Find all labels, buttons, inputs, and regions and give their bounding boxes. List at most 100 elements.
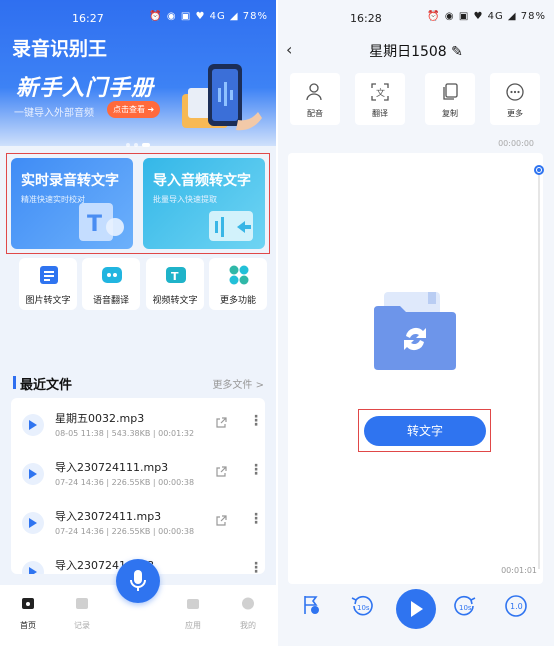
action-more[interactable]: 更多 [490,73,540,125]
home-screen: 16:27 ⏰ ◉ ▣ ♥ 4G ◢ 78% 录音识别王 新手入门手册 一键导入… [0,0,276,646]
timestamp-start: 00:00:00 [498,139,534,148]
file-duration: 00:00:38 [158,527,195,536]
translate-icon [102,267,122,283]
file-name: 导入230724111.mp3 [55,461,169,474]
more-options-icon[interactable]: ⋮ [249,560,263,574]
speed-label: 1.0 [510,602,523,611]
text-doc-icon: T [79,203,124,241]
tool-more-functions[interactable]: 更多功能 [209,258,267,310]
rewind-label: 10s [357,604,370,612]
status-time: 16:28 [350,12,382,25]
file-duration: 00:01:32 [158,429,195,438]
flag-marker-icon[interactable] [302,594,322,616]
svg-text:T: T [87,212,102,237]
timestamp-end: 00:01:01 [501,566,537,575]
file-meta: 07-24 14:36 | 226.55KB | 00:00:38 [55,478,195,487]
action-copy[interactable]: 复制 [425,73,475,125]
import-audio-card[interactable]: 导入音频转文字 批量导入快速提取 [143,158,265,249]
file-name: 星期五0032.mp3 [55,412,145,425]
play-icon[interactable] [22,561,44,574]
realtime-record-card[interactable]: 实时录音转文字 精准快速实时校对 T [11,158,133,249]
image-text-icon [40,266,58,284]
status-bar: 16:27 ⏰ ◉ ▣ ♥ 4G ◢ 78% [0,0,276,34]
banner[interactable]: 16:27 ⏰ ◉ ▣ ♥ 4G ◢ 78% 录音识别王 新手入门手册 一键导入… [0,0,276,147]
more-options-icon[interactable]: ⋮ [249,413,263,429]
share-icon[interactable] [215,515,227,527]
record-mic-button[interactable] [116,559,160,603]
nav-label: 我的 [240,621,256,630]
scroll-track[interactable] [538,169,540,569]
action-label: 翻译 [372,109,388,118]
file-meta: 07-24 14:36 | 226.55KB | 00:00:38 [55,527,195,536]
microphone-icon [130,570,146,591]
tool-label: 更多功能 [219,296,256,306]
nav-apps[interactable]: 应用 [173,595,213,631]
copy-icon [443,83,458,100]
app-title: 录音识别王 [12,38,108,60]
forward-10s-icon[interactable]: 10s [453,594,477,618]
banner-pager [126,132,154,151]
dubbing-icon [306,83,322,101]
file-row[interactable]: 导入230724111.mp3 07-24 14:36 | 226.55KB |… [11,449,265,497]
import-folder-icon [209,211,253,241]
status-icons: ⏰ ◉ ▣ ♥ 4G ◢ 78% [427,11,546,22]
tool-video-to-text[interactable]: T 视频转文字 [146,258,204,310]
translate-icon: 文 [371,83,389,101]
file-meta: 08-05 11:38 | 543.38KB | 00:01:32 [55,429,195,438]
action-label: 配音 [307,109,323,118]
nav-profile[interactable]: 我的 [228,595,268,631]
nav-records[interactable]: 记录 [62,595,102,631]
svg-text:T: T [171,270,179,283]
action-label: 更多 [507,109,523,118]
action-dubbing[interactable]: 配音 [290,73,340,125]
more-apps-icon [229,265,249,285]
status-time: 16:27 [72,12,104,25]
tool-label: 图片转文字 [25,296,71,306]
recording-detail-screen: 16:28 ⏰ ◉ ▣ ♥ 4G ◢ 78% ‹ 星期日1508 ✎ 配音 文 … [278,0,554,646]
playback-speed-icon[interactable]: 1.0 [504,594,528,618]
file-row[interactable]: 星期五0032.mp3 08-05 11:38 | 543.38KB | 00:… [11,400,265,448]
edit-icon[interactable]: ✎ [451,44,463,60]
share-icon[interactable] [215,417,227,429]
play-button[interactable] [396,589,436,629]
tool-voice-translate[interactable]: 语音翻译 [82,258,140,310]
section-marker [13,376,16,389]
action-translate[interactable]: 文 翻译 [355,73,405,125]
more-icon [506,83,524,101]
svg-text:文: 文 [376,87,385,99]
page-title[interactable]: 星期日1508 ✎ [278,41,554,61]
play-icon [411,601,423,617]
status-icons: ⏰ ◉ ▣ ♥ 4G ◢ 78% [149,11,268,22]
banner-subtitle: 一键导入外部音频 [14,108,94,119]
nav-home[interactable]: 首页 [8,595,48,631]
more-options-icon[interactable]: ⋮ [249,462,263,478]
file-date: 08-05 11:38 [55,429,104,438]
nav-label: 应用 [185,621,201,630]
play-icon[interactable] [22,463,44,485]
status-bar: 16:28 ⏰ ◉ ▣ ♥ 4G ◢ 78% [278,0,554,34]
more-options-icon[interactable]: ⋮ [249,511,263,527]
apps-icon [187,599,199,609]
tool-image-to-text[interactable]: 图片转文字 [19,258,77,310]
banner-view-button[interactable]: 点击查看 ➜ [107,101,161,118]
card-title: 实时录音转文字 [21,173,119,189]
scroll-handle[interactable] [534,165,544,175]
file-size: 543.38KB [111,429,151,438]
convert-folder-icon [374,292,456,370]
more-files-link[interactable]: 更多文件 > [212,376,264,391]
share-icon[interactable] [215,466,227,478]
recording-title: 星期日1508 [369,44,447,60]
file-row[interactable]: 导入23072411.mp3 07-24 14:36 | 226.55KB | … [11,498,265,546]
phone-folder-illustration-icon [182,64,262,131]
rewind-10s-icon[interactable]: 10s [350,594,374,618]
play-icon[interactable] [22,512,44,534]
file-date: 07-24 14:36 [55,527,104,536]
card-title: 导入音频转文字 [153,173,251,189]
video-text-icon: T [166,267,186,283]
file-size: 226.55KB [111,527,151,536]
header: ‹ 星期日1508 ✎ [278,34,554,68]
play-icon[interactable] [22,414,44,436]
file-size: 226.55KB [111,478,151,487]
tool-label: 视频转文字 [152,296,198,306]
convert-to-text-button[interactable]: 转文字 [364,416,486,446]
